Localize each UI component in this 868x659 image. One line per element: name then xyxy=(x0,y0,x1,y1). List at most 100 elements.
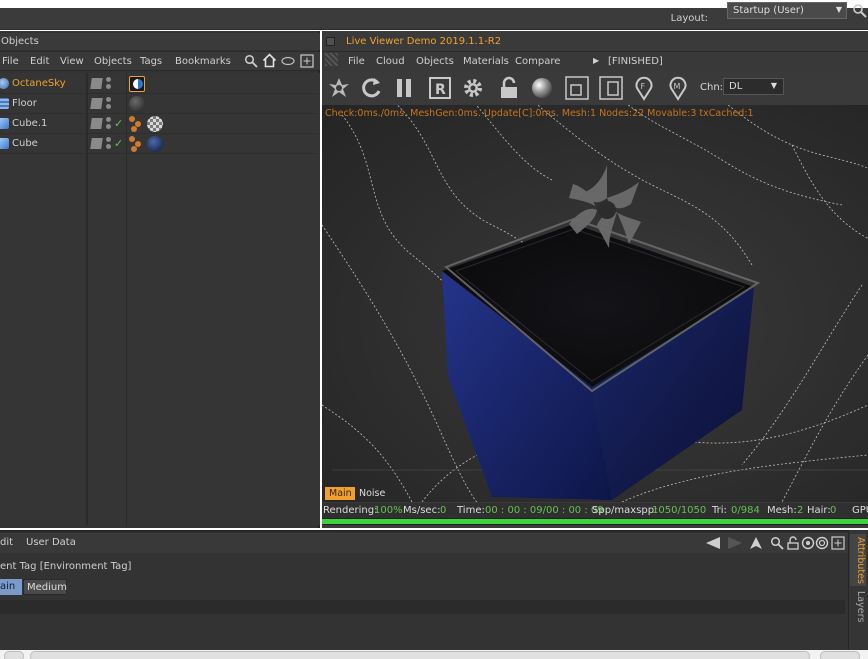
octane-object-tag-icon[interactable] xyxy=(129,136,143,152)
new-panel-icon[interactable] xyxy=(300,54,314,68)
lv-menu-materials[interactable]: Materials xyxy=(463,56,509,67)
svg-text:R: R xyxy=(435,82,446,98)
up-arrow-icon[interactable] xyxy=(749,536,763,550)
object-name: Cube.1 xyxy=(12,118,48,129)
layout-label: Layout: xyxy=(670,13,708,24)
menu-objects[interactable]: Objects xyxy=(94,56,132,67)
material-tag-icon[interactable] xyxy=(147,136,163,152)
material-pin-icon[interactable]: M xyxy=(665,75,691,101)
pause-icon[interactable] xyxy=(391,75,417,101)
object-name: Floor xyxy=(12,98,37,109)
side-tab-attributes[interactable]: Attributes xyxy=(850,534,866,586)
home-icon[interactable] xyxy=(262,53,277,68)
grip-icon[interactable] xyxy=(325,53,338,66)
layer-visibility-icon[interactable] xyxy=(90,98,103,109)
svg-text:F: F xyxy=(641,82,646,91)
enabled-check-icon[interactable]: ✓ xyxy=(114,137,123,150)
pick-focus-icon[interactable] xyxy=(598,75,624,101)
enabled-check-icon[interactable]: ✓ xyxy=(114,117,123,130)
object-row-cube[interactable]: Cube ✓ xyxy=(0,134,318,154)
layer-visibility-icon[interactable] xyxy=(90,118,103,129)
search-icon[interactable] xyxy=(244,54,258,68)
render-viewport[interactable]: Check:0ms./0ms. MeshGen:0ms. Update[C]:0… xyxy=(322,105,868,502)
octane-object-tag-icon[interactable] xyxy=(129,116,143,132)
menu-tags[interactable]: Tags xyxy=(140,56,162,67)
render-dots-icon[interactable] xyxy=(106,117,112,131)
attr-tab-main[interactable]: ain xyxy=(0,579,22,595)
live-viewer-menubar: File Cloud Objects Materials Compare ▶ [… xyxy=(322,51,868,71)
svg-text:M: M xyxy=(674,82,681,91)
octane-logo-icon[interactable] xyxy=(326,75,352,101)
panel-lock-checkbox[interactable] xyxy=(326,37,335,46)
tab-main[interactable]: Main xyxy=(325,487,356,500)
taskbar-button[interactable] xyxy=(30,651,810,659)
layer-visibility-icon[interactable] xyxy=(90,78,103,89)
settings-gear-icon[interactable] xyxy=(460,75,486,101)
attr-menu-user-data[interactable]: User Data xyxy=(26,537,76,548)
region-render-icon[interactable]: R xyxy=(427,75,453,101)
channel-select[interactable]: DL ▼ xyxy=(723,78,784,95)
chevron-down-icon: ▼ xyxy=(835,5,842,14)
refresh-icon[interactable] xyxy=(358,75,384,101)
render-state: [FINISHED] xyxy=(608,56,663,67)
column-divider xyxy=(86,73,88,525)
menu-edit[interactable]: Edit xyxy=(30,56,49,67)
target-icon[interactable] xyxy=(815,536,829,550)
eye-icon[interactable] xyxy=(281,56,295,66)
mssec-value: 0 xyxy=(440,505,447,516)
time-value: 00 : 00 : 09/00 : 00 : 09 xyxy=(485,505,604,516)
lv-menu-objects[interactable]: Objects xyxy=(416,56,454,67)
lv-menu-cloud[interactable]: Cloud xyxy=(376,56,405,67)
render-dots-icon[interactable] xyxy=(106,137,112,151)
material-tag-icon[interactable] xyxy=(147,116,163,132)
lock-open-icon[interactable] xyxy=(786,536,800,550)
channel-label: Chn: xyxy=(700,82,724,93)
material-tag-icon[interactable] xyxy=(129,96,145,112)
render-progress-bar xyxy=(322,519,868,524)
environment-tag-icon[interactable] xyxy=(129,76,145,92)
tri-label: Tri: xyxy=(712,505,727,516)
cube-object-icon xyxy=(0,138,9,149)
render-dots-icon[interactable] xyxy=(106,77,112,91)
channel-value: DL xyxy=(729,81,743,92)
object-row-octanesky[interactable]: OctaneSky xyxy=(0,74,318,94)
object-row-cube1[interactable]: Cube.1 ✓ xyxy=(0,114,318,134)
lock-icon[interactable] xyxy=(496,75,522,101)
render-stats-text: Check:0ms./0ms. MeshGen:0ms. Update[C]:0… xyxy=(325,108,754,119)
spp-value: 1050/1050 xyxy=(652,505,707,516)
history-icon[interactable] xyxy=(801,536,815,550)
focus-pin-icon[interactable]: F xyxy=(631,75,657,101)
lv-menu-compare[interactable]: Compare xyxy=(515,56,560,67)
new-panel-icon[interactable] xyxy=(831,536,845,550)
expand-arrow-icon[interactable]: ▶ xyxy=(593,56,599,65)
sky-object-icon xyxy=(0,78,9,89)
menu-bookmarks[interactable]: Bookmarks xyxy=(175,56,231,67)
mssec-label: Ms/sec: xyxy=(403,505,441,516)
tab-noise[interactable]: Noise xyxy=(355,487,390,500)
search-icon[interactable] xyxy=(852,3,868,19)
menu-view[interactable]: View xyxy=(60,56,84,67)
time-label: Time: xyxy=(457,505,485,516)
menu-file[interactable]: File xyxy=(2,56,19,67)
taskbar-button[interactable] xyxy=(4,651,24,659)
object-row-floor[interactable]: Floor xyxy=(0,94,318,114)
attr-tab-medium[interactable]: Medium xyxy=(23,579,67,595)
viewport-resolution-icon[interactable] xyxy=(564,75,590,101)
object-name: Cube xyxy=(12,138,38,149)
layer-visibility-icon[interactable] xyxy=(90,138,103,149)
spp-label: Spp/maxspp: xyxy=(592,505,658,516)
render-dots-icon[interactable] xyxy=(106,97,112,111)
objects-panel-title: Objects xyxy=(0,33,320,50)
floor-object-icon xyxy=(0,98,9,109)
material-preview-icon[interactable] xyxy=(529,75,555,101)
lv-menu-file[interactable]: File xyxy=(348,56,365,67)
layout-select[interactable]: Startup (User) ▼ xyxy=(727,2,847,19)
taskbar-button[interactable] xyxy=(820,651,860,659)
attr-menu-edit[interactable]: dit xyxy=(0,537,13,548)
gpu-label: GPU xyxy=(852,505,868,516)
attributes-content-strip xyxy=(0,600,845,614)
side-tab-layers[interactable]: Layers xyxy=(850,588,866,624)
search-icon[interactable] xyxy=(770,536,784,550)
object-list: OctaneSky Floor Cube.1 ✓ Cube ✓ xyxy=(0,73,320,525)
back-forward-arrows-icon[interactable] xyxy=(706,536,742,550)
